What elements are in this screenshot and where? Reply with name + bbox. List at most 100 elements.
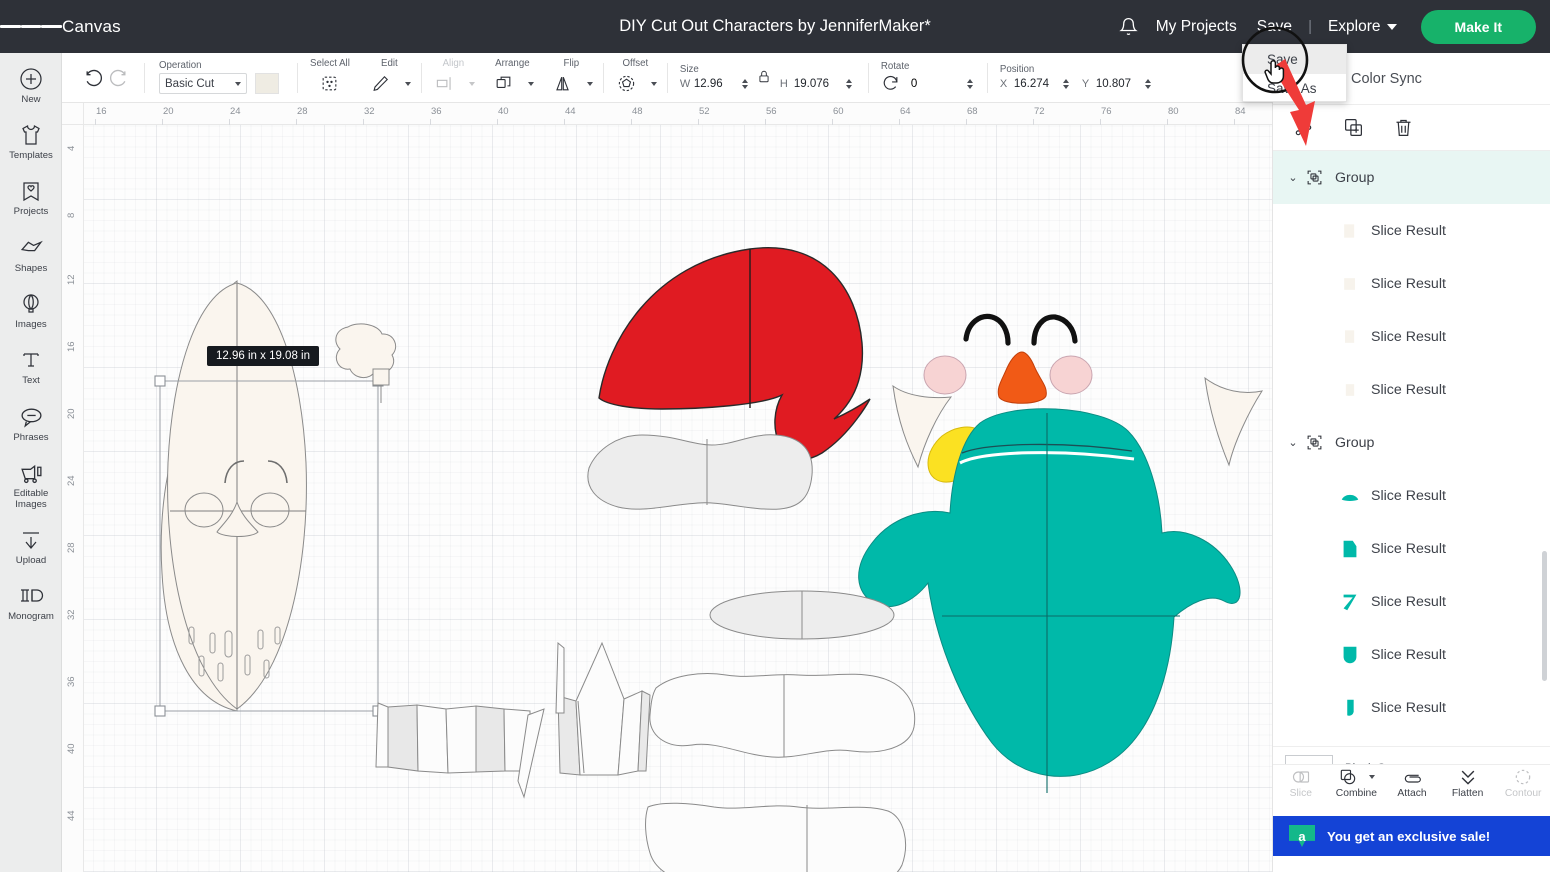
layer-group-1[interactable]: ⌄ Group (1273, 151, 1550, 204)
rotate-value[interactable]: 0 (911, 78, 963, 90)
layer-slice-result-6[interactable]: Slice Result (1273, 522, 1550, 575)
layer-name: Slice Result (1371, 540, 1446, 557)
slice-icon (1292, 771, 1309, 783)
operation-select[interactable]: Basic Cut (159, 73, 247, 94)
undo-button[interactable] (80, 65, 106, 91)
vertical-ruler: 48 12 16 20 24 28 32 36 40 44 (62, 103, 84, 872)
layer-slice-result-3[interactable]: Slice Result (1273, 310, 1550, 363)
notification-bell-icon[interactable] (1112, 10, 1146, 44)
y-value[interactable]: 10.807 (1094, 76, 1140, 91)
sidebar-item-label: New (21, 94, 41, 105)
layers-list[interactable]: ⌄ Group Slice Result Slice Result Slice … (1273, 151, 1550, 746)
layer-slice-result-4[interactable]: Slice Result (1273, 363, 1550, 416)
size-lock-toggle[interactable] (757, 69, 771, 87)
arrange-layers-icon (496, 76, 511, 89)
width-axis-label: W (679, 77, 691, 90)
layer-slice-result-5[interactable]: Slice Result (1273, 469, 1550, 522)
attach-paperclip-icon (1404, 774, 1421, 783)
height-stepper[interactable] (845, 79, 852, 89)
select-all-icon (323, 76, 337, 91)
width-value[interactable]: 12.96 (692, 76, 737, 91)
arrange-button[interactable] (491, 71, 517, 97)
sidebar-item-label: Upload (15, 555, 47, 566)
layer-name: Slice Result (1371, 328, 1446, 345)
x-stepper[interactable] (1062, 78, 1069, 89)
horizontal-ruler: 16 20 24 28 32 36 40 44 48 52 56 60 64 68 72 76 … (62, 103, 1272, 125)
sidebar-item-upload[interactable]: Upload (0, 514, 62, 570)
trash-icon[interactable] (1389, 114, 1417, 142)
redo-button[interactable] (106, 65, 132, 91)
combine-button[interactable]: Combine (1330, 767, 1382, 799)
tab-color-sync[interactable]: Color Sync (1351, 71, 1422, 87)
chevron-down-icon[interactable]: ⌄ (1285, 436, 1301, 449)
ungroup-icon[interactable] (1289, 114, 1317, 142)
height-value[interactable]: 19.076 (792, 77, 841, 91)
sidebar-item-shapes[interactable]: Shapes (0, 221, 62, 278)
layer-slice-result-1[interactable]: Slice Result (1273, 204, 1550, 257)
make-it-button[interactable]: Make It (1420, 9, 1536, 44)
chevron-down-icon[interactable] (1368, 775, 1375, 779)
menu-item-save[interactable]: Save (1243, 45, 1346, 74)
tool-label: Flatten (1451, 788, 1484, 799)
save-button[interactable]: Save (1247, 18, 1302, 36)
my-projects-link[interactable]: My Projects (1146, 18, 1247, 36)
sidebar-item-label: Phrases (13, 432, 49, 443)
layer-slice-result-9[interactable]: Slice Result (1273, 681, 1550, 734)
contour-button: Contour (1497, 767, 1549, 799)
y-stepper[interactable] (1144, 78, 1151, 89)
height-field[interactable]: H 19.076 (780, 77, 852, 91)
left-sidebar: New Templates Projects Shapes Images Tex… (0, 53, 62, 872)
sidebar-item-phrases[interactable]: Phrases (0, 390, 62, 447)
sidebar-item-projects[interactable]: Projects (0, 165, 62, 221)
flip-button[interactable] (550, 71, 576, 97)
sidebar-item-templates[interactable]: Templates (0, 109, 62, 165)
ruler-corner (62, 103, 84, 125)
chevron-down-icon[interactable] (404, 81, 411, 86)
upload-arrow-icon (23, 532, 39, 549)
chevron-down-icon[interactable] (650, 81, 657, 86)
sidebar-item-label: Templates (9, 150, 53, 161)
layer-slice-result-7[interactable]: Slice Result (1273, 575, 1550, 628)
sidebar-item-editable-images[interactable]: Editable Images (0, 447, 62, 514)
rotate-stepper[interactable] (966, 78, 973, 89)
chevron-down-icon[interactable]: ⌄ (1285, 171, 1301, 184)
width-field[interactable]: W 12.96 (679, 76, 748, 91)
layer-group-2[interactable]: ⌄ Group (1273, 416, 1550, 469)
position-y-field[interactable]: Y 10.807 (1082, 76, 1151, 91)
top-bar-right: My Projects Save | Explore Make It (1112, 9, 1550, 44)
save-dropdown-menu[interactable]: Save Save As (1242, 44, 1347, 102)
edit-button[interactable] (368, 71, 394, 97)
explore-menu[interactable]: Explore (1318, 18, 1407, 36)
chevron-down-icon[interactable] (586, 81, 593, 86)
flatten-button[interactable]: Flatten (1442, 767, 1494, 799)
flatten-icon (1461, 770, 1474, 785)
explore-label: Explore (1327, 17, 1381, 35)
sidebar-item-label: Editable Images (13, 488, 49, 510)
tool-label: Slice (1289, 788, 1312, 799)
menu-item-save-as[interactable]: Save As (1243, 74, 1346, 103)
layer-slice-result-8[interactable]: Slice Result (1273, 628, 1550, 681)
attach-button[interactable]: Attach (1386, 767, 1438, 799)
height-axis-label: H (779, 78, 788, 90)
select-all-button[interactable] (317, 71, 343, 97)
projects-folder-icon (23, 182, 39, 202)
width-stepper[interactable] (741, 78, 748, 89)
sidebar-item-monogram[interactable]: Monogram (0, 570, 62, 626)
offset-button[interactable] (614, 71, 640, 97)
promo-banner[interactable]: a You get an exclusive sale! (1273, 816, 1550, 856)
panel-scrollbar[interactable] (1542, 551, 1547, 681)
design-canvas[interactable]: 16 20 24 28 32 36 40 44 48 52 56 60 64 68 72 76 … (62, 103, 1272, 872)
sidebar-item-new[interactable]: New (0, 53, 62, 109)
sidebar-item-text[interactable]: Text (0, 334, 62, 390)
x-value[interactable]: 16.274 (1012, 76, 1058, 91)
chevron-down-icon[interactable] (527, 81, 534, 86)
hamburger-icon[interactable] (0, 0, 63, 53)
sidebar-item-images[interactable]: Images (0, 278, 62, 334)
position-x-field[interactable]: X 16.274 (1000, 76, 1069, 91)
flip-label: Flip (563, 57, 580, 69)
layer-thumbnail (1337, 536, 1363, 562)
operation-color-swatch[interactable] (255, 73, 279, 94)
layer-slice-result-2[interactable]: Slice Result (1273, 257, 1550, 310)
combine-icon (1340, 769, 1356, 785)
duplicate-icon[interactable] (1339, 114, 1367, 142)
